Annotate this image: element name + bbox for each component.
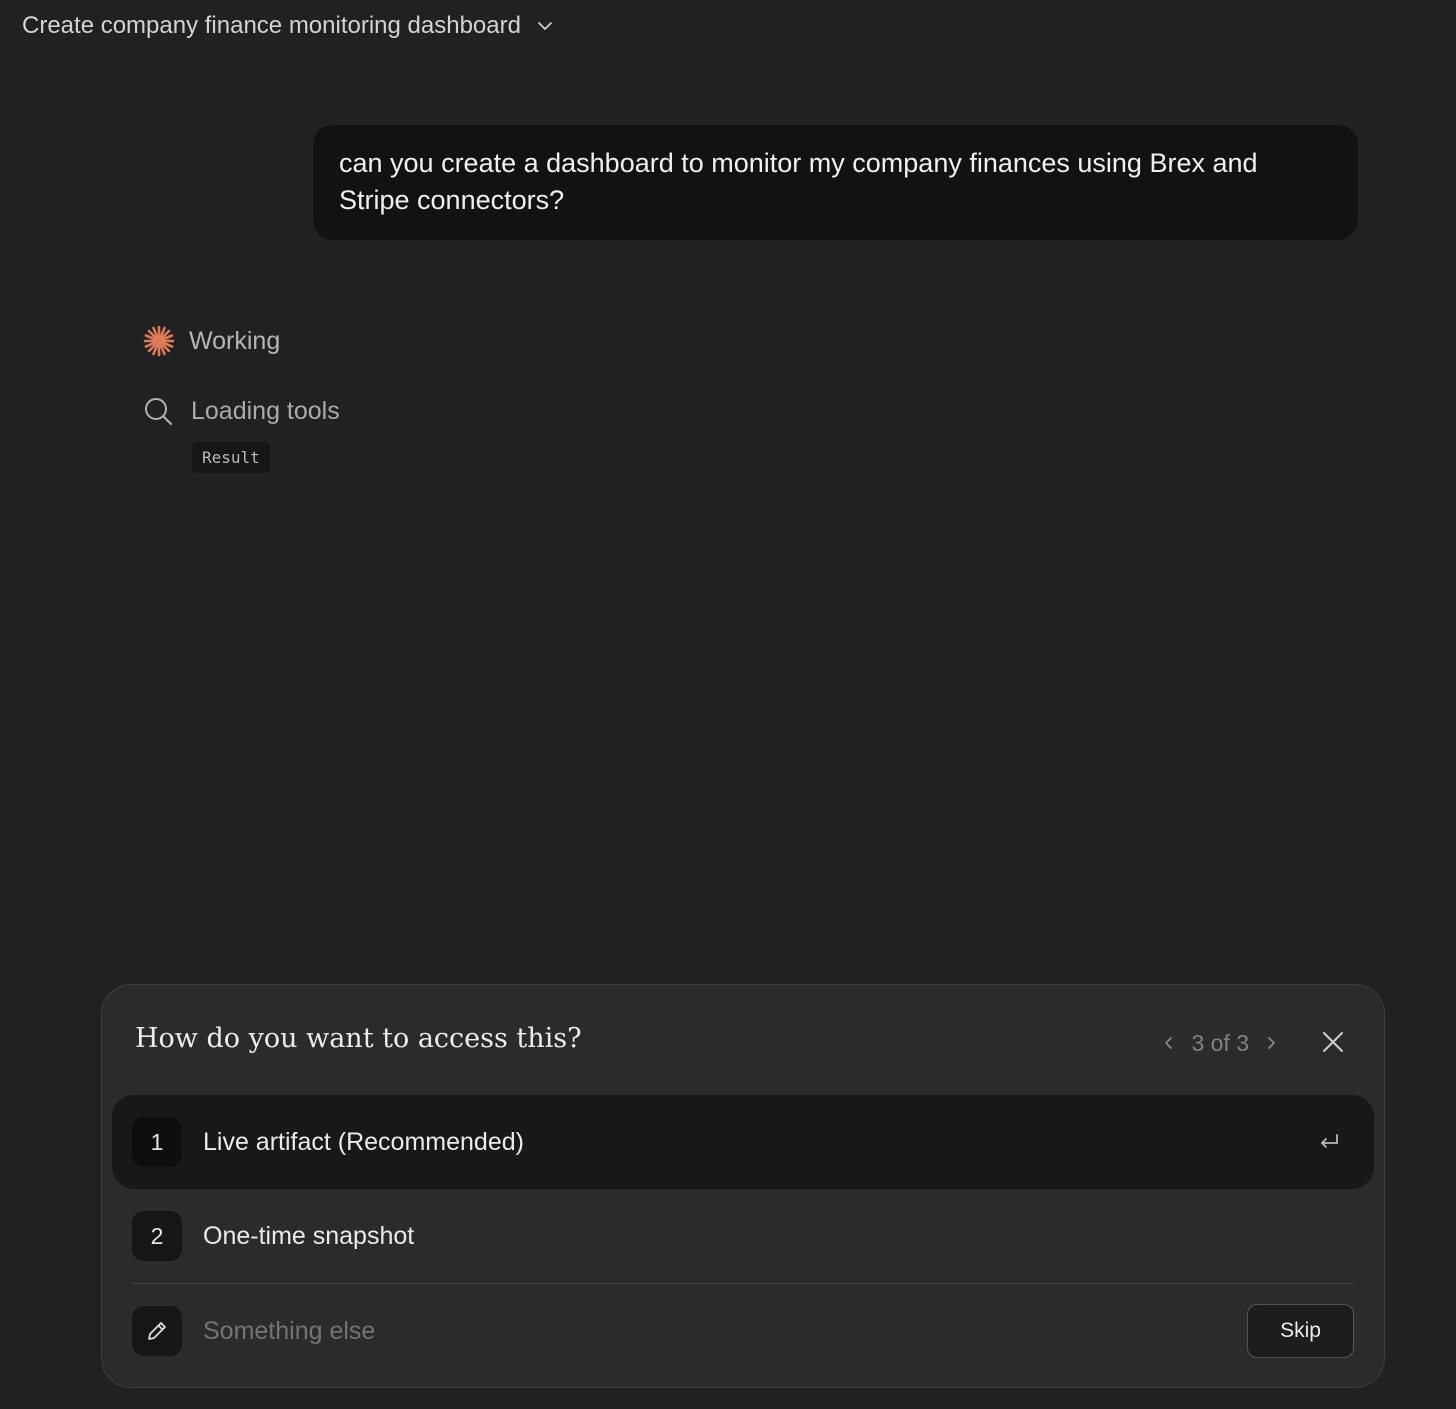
option-one-time-snapshot[interactable]: 2 One-time snapshot: [112, 1189, 1374, 1283]
pencil-icon: [148, 1322, 166, 1340]
option-live-artifact[interactable]: 1 Live artifact (Recommended): [112, 1095, 1374, 1189]
tool-call-label: Loading tools: [191, 396, 340, 425]
question-panel: How do you want to access this? 3 of 3 1…: [101, 984, 1385, 1388]
conversation-title: Create company finance monitoring dashbo…: [22, 12, 521, 39]
chevron-left-icon[interactable]: [1161, 1035, 1177, 1051]
chevron-right-icon[interactable]: [1263, 1035, 1279, 1051]
option-label: One-time snapshot: [203, 1221, 415, 1250]
custom-answer-row: [132, 1305, 1203, 1357]
option-label: Live artifact (Recommended): [203, 1127, 524, 1156]
working-label: Working: [189, 326, 281, 355]
custom-answer-input[interactable]: [203, 1316, 1203, 1346]
result-chip[interactable]: Result: [192, 442, 270, 473]
question-pager: 3 of 3: [1161, 1025, 1279, 1061]
close-icon: [1323, 1032, 1343, 1052]
question-title: How do you want to access this?: [135, 1023, 582, 1054]
option-number: 2: [132, 1211, 182, 1261]
custom-answer-icon-box[interactable]: [132, 1306, 182, 1356]
search-icon: [145, 398, 172, 425]
option-number: 1: [132, 1117, 182, 1167]
close-button[interactable]: [1318, 1027, 1348, 1057]
chevron-down-icon: [538, 22, 552, 30]
skip-button[interactable]: Skip: [1247, 1304, 1354, 1358]
pager-count: 3 of 3: [1191, 1029, 1249, 1056]
working-status: Working: [143, 322, 280, 360]
enter-key-icon: [1321, 1134, 1338, 1148]
conversation-title-dropdown[interactable]: Create company finance monitoring dashbo…: [22, 8, 555, 44]
divider: [132, 1283, 1354, 1284]
user-message-bubble: can you create a dashboard to monitor my…: [313, 125, 1358, 240]
asterisk-spinner-icon: [143, 325, 175, 357]
tool-call-row[interactable]: Loading tools: [143, 392, 340, 430]
